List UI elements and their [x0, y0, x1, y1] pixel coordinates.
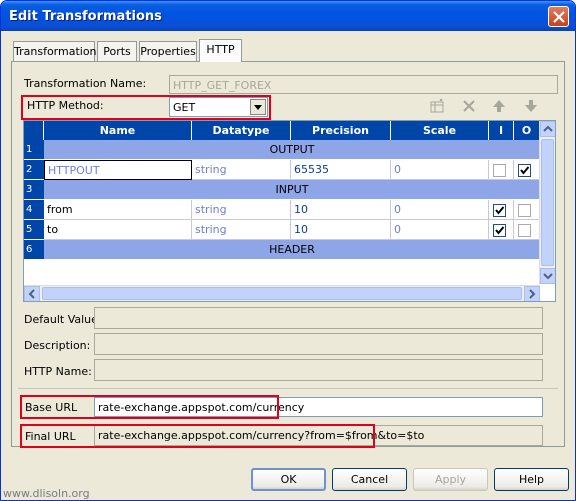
- move-up-icon[interactable]: [491, 98, 507, 114]
- column-header-output[interactable]: O: [514, 121, 540, 140]
- vertical-scrollbar[interactable]: [539, 121, 555, 284]
- precision-cell[interactable]: 10: [291, 200, 391, 220]
- input-checkbox[interactable]: [493, 204, 506, 217]
- final-url-label: Final URL: [25, 430, 76, 443]
- help-button[interactable]: Help: [494, 468, 569, 491]
- close-icon: [553, 11, 565, 23]
- chevron-up-icon: [543, 125, 553, 132]
- group-row-header[interactable]: HEADER: [44, 240, 540, 260]
- horizontal-scroll-thumb[interactable]: [42, 287, 522, 300]
- row-number[interactable]: 3: [24, 180, 44, 200]
- column-header-scale[interactable]: Scale: [391, 121, 489, 140]
- new-port-icon[interactable]: [429, 98, 445, 114]
- chevron-left-icon: [28, 289, 35, 299]
- http-method-select[interactable]: GET: [169, 97, 268, 117]
- dropdown-arrow-icon[interactable]: [250, 99, 266, 115]
- row-number[interactable]: 6: [24, 240, 44, 260]
- row-number[interactable]: 4: [24, 200, 44, 220]
- http-name-field[interactable]: [94, 359, 543, 381]
- tab-transformation[interactable]: Transformation: [13, 41, 97, 61]
- default-value-label: Default Value:: [24, 313, 102, 326]
- apply-button[interactable]: Apply: [413, 468, 488, 491]
- scroll-down-button[interactable]: [540, 268, 555, 284]
- base-url-label: Base URL: [25, 401, 78, 414]
- description-field[interactable]: [94, 333, 543, 355]
- cancel-button[interactable]: Cancel: [332, 468, 407, 491]
- chevron-down-icon: [543, 273, 553, 280]
- http-name-label: HTTP Name:: [24, 365, 92, 378]
- watermark: www.dlisoln.org: [3, 487, 90, 500]
- input-checkbox[interactable]: [493, 164, 506, 177]
- column-header-datatype[interactable]: Datatype: [192, 121, 291, 140]
- precision-cell[interactable]: 10: [291, 220, 391, 240]
- column-header-input[interactable]: I: [489, 121, 514, 140]
- close-button[interactable]: [548, 6, 569, 27]
- edit-transformations-dialog: Edit Transformations Transformation Port…: [0, 0, 576, 501]
- input-checkbox[interactable]: [493, 224, 506, 237]
- description-label: Description:: [24, 339, 91, 352]
- default-value-field[interactable]: [94, 307, 543, 329]
- scale-cell[interactable]: 0: [391, 160, 489, 180]
- tab-properties[interactable]: Properties: [139, 41, 197, 61]
- output-checkbox[interactable]: [518, 224, 531, 237]
- ok-button[interactable]: OK: [251, 468, 326, 491]
- tab-ports[interactable]: Ports: [97, 41, 137, 61]
- delete-icon[interactable]: [461, 98, 477, 114]
- scale-cell[interactable]: 0: [391, 220, 489, 240]
- port-name-cell[interactable]: HTTPOUT: [44, 160, 192, 180]
- http-method-label: HTTP Method:: [27, 99, 104, 112]
- datatype-cell[interactable]: string: [192, 160, 291, 180]
- section-divider: [18, 388, 558, 389]
- column-header-name[interactable]: Name: [44, 121, 192, 140]
- http-method-value: GET: [173, 101, 196, 114]
- scale-cell[interactable]: 0: [391, 200, 489, 220]
- column-header-precision[interactable]: Precision: [291, 121, 391, 140]
- datatype-cell[interactable]: string: [192, 220, 291, 240]
- chevron-right-icon: [529, 289, 536, 299]
- ports-grid[interactable]: Name Datatype Precision Scale I O 1 OUTP…: [23, 120, 556, 302]
- row-number[interactable]: 1: [24, 140, 44, 160]
- transformation-name-label: Transformation Name:: [24, 77, 147, 90]
- move-down-icon[interactable]: [523, 98, 539, 114]
- precision-cell[interactable]: 65535: [291, 160, 391, 180]
- port-name-cell[interactable]: from: [44, 200, 192, 220]
- output-checkbox[interactable]: [518, 164, 531, 177]
- row-number[interactable]: 2: [24, 160, 44, 180]
- group-row-input[interactable]: INPUT: [44, 180, 540, 200]
- vertical-scroll-thumb[interactable]: [541, 139, 554, 266]
- grid-corner: [24, 121, 44, 140]
- scroll-up-button[interactable]: [540, 121, 555, 137]
- tab-http[interactable]: HTTP: [199, 39, 242, 62]
- output-checkbox[interactable]: [518, 204, 531, 217]
- scroll-right-button[interactable]: [524, 286, 540, 301]
- horizontal-scrollbar[interactable]: [24, 285, 540, 301]
- title-bar: Edit Transformations: [1, 1, 575, 31]
- datatype-cell[interactable]: string: [192, 200, 291, 220]
- row-number[interactable]: 5: [24, 220, 44, 240]
- scroll-left-button[interactable]: [24, 286, 40, 301]
- transformation-name-field[interactable]: HTTP_GET_FOREX: [169, 75, 558, 94]
- window-title: Edit Transformations: [9, 9, 162, 24]
- group-row-output[interactable]: OUTPUT: [44, 140, 540, 160]
- port-name-cell[interactable]: to: [44, 220, 192, 240]
